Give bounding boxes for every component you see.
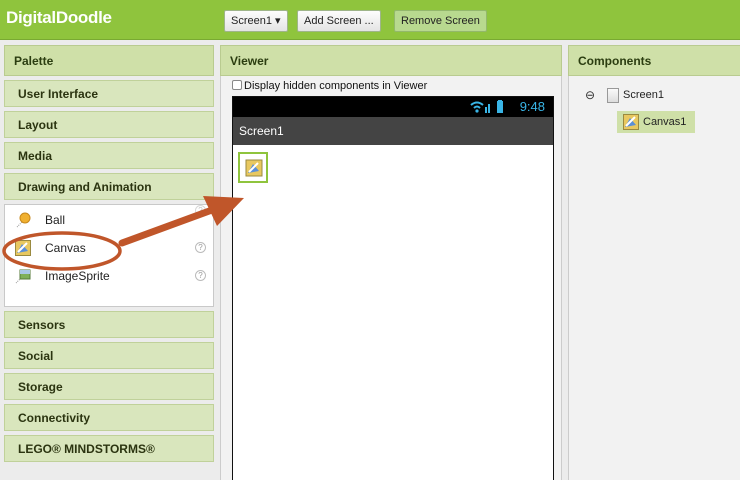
palette-item-imagesprite[interactable]: ImageSprite ?	[5, 264, 213, 288]
palette-category-sensors[interactable]: Sensors	[4, 311, 214, 338]
palette-category-user-interface[interactable]: User Interface	[4, 80, 214, 107]
add-screen-button[interactable]: Add Screen ...	[297, 10, 381, 32]
palette-item-ball[interactable]: Ball ?	[5, 205, 213, 232]
imagesprite-icon	[15, 268, 31, 284]
palette-item-label: ImageSprite	[45, 269, 110, 283]
help-icon[interactable]: ?	[195, 205, 206, 216]
components-panel: Components ⊖ Screen1 Canvas1	[568, 45, 740, 480]
components-tree: ⊖ Screen1 Canvas1	[568, 76, 740, 480]
tree-item-canvas1[interactable]: Canvas1	[617, 111, 695, 133]
collapse-icon[interactable]: ⊖	[585, 89, 595, 101]
display-hidden-toggle[interactable]: Display hidden components in Viewer	[232, 80, 427, 92]
remove-screen-button[interactable]: Remove Screen	[394, 10, 487, 32]
status-time: 9:48	[519, 99, 545, 114]
canvas-icon	[245, 159, 263, 177]
canvas-icon	[15, 240, 31, 256]
palette-item-canvas[interactable]: Canvas ?	[5, 236, 213, 260]
palette-category-layout[interactable]: Layout	[4, 111, 214, 138]
ball-icon	[15, 212, 31, 228]
palette-category-media[interactable]: Media	[4, 142, 214, 169]
tree-item-label: Canvas1	[643, 116, 687, 128]
viewer-header: Viewer	[220, 45, 562, 76]
viewer-body: Display hidden components in Viewer 9:48…	[220, 76, 562, 480]
drawing-animation-items: Ball ? Canvas ? ImageSprite ?	[4, 204, 214, 307]
top-bar: DigitalDoodle Screen1 ▾ Add Screen ... R…	[0, 0, 740, 40]
palette-category-storage[interactable]: Storage	[4, 373, 214, 400]
display-hidden-label: Display hidden components in Viewer	[244, 80, 428, 92]
screen-select-button[interactable]: Screen1 ▾	[224, 10, 288, 32]
palette-item-label: Ball	[45, 213, 66, 227]
status-bar: 9:48	[233, 97, 553, 117]
viewer-panel: Viewer Display hidden components in View…	[220, 45, 562, 480]
help-icon[interactable]: ?	[195, 270, 206, 281]
app-title: DigitalDoodle	[6, 8, 112, 27]
palette-category-social[interactable]: Social	[4, 342, 214, 369]
palette-item-label: Canvas	[45, 241, 86, 255]
palette-category-drawing-animation[interactable]: Drawing and Animation	[4, 173, 214, 200]
display-hidden-checkbox[interactable]	[232, 80, 242, 90]
components-header: Components	[568, 45, 740, 76]
wifi-signal-battery-icon	[469, 100, 505, 119]
palette-category-connectivity[interactable]: Connectivity	[4, 404, 214, 431]
screen-title-bar: Screen1	[233, 117, 553, 145]
phone-preview: 9:48 Screen1	[232, 96, 554, 480]
palette-header: Palette	[4, 45, 214, 76]
palette-panel: Palette User Interface Layout Media Draw…	[4, 45, 214, 462]
help-icon[interactable]: ?	[195, 242, 206, 253]
screen-icon	[607, 88, 619, 103]
canvas-icon	[623, 114, 639, 130]
viewer-canvas-component[interactable]	[238, 152, 268, 183]
tree-item-screen1[interactable]: Screen1	[623, 89, 664, 101]
palette-category-lego-mindstorms[interactable]: LEGO® MINDSTORMS®	[4, 435, 214, 462]
